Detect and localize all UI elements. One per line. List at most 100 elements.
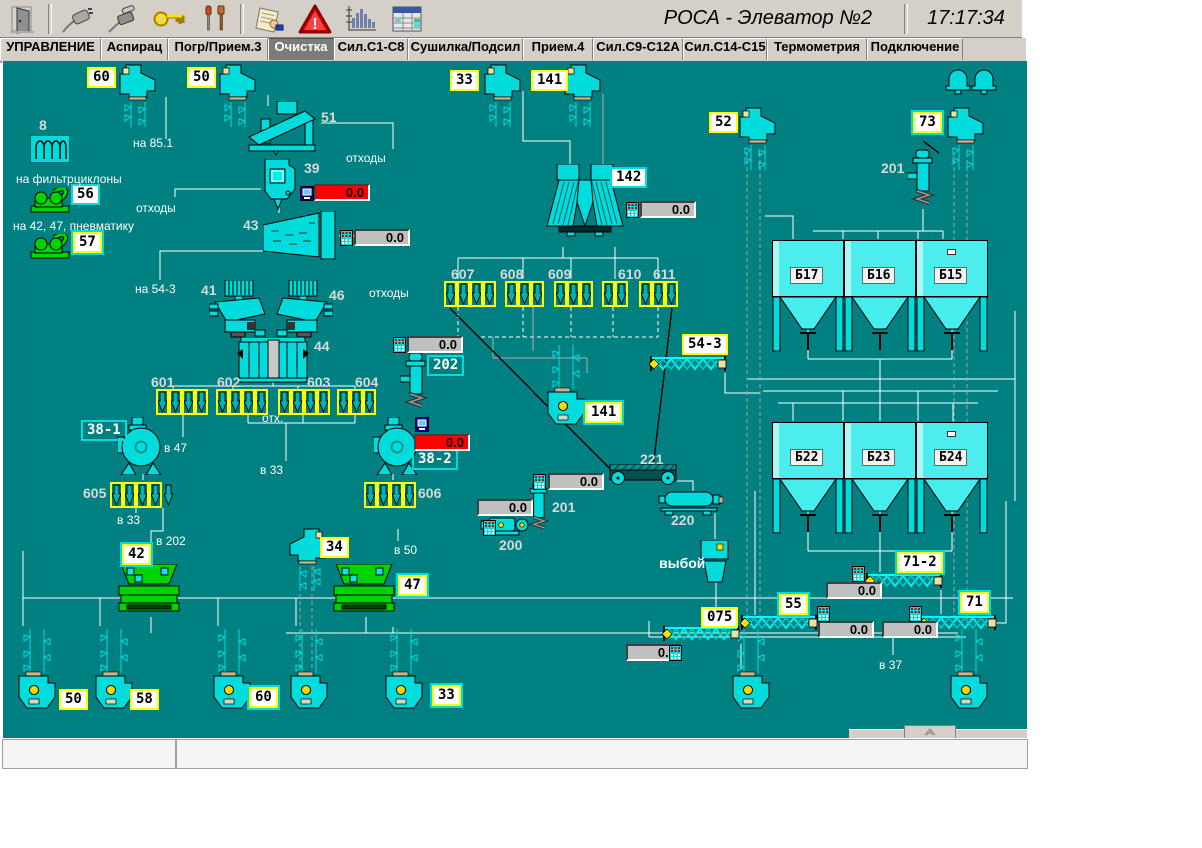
serial-port-icon[interactable] (100, 2, 146, 35)
alarm-triangle-icon[interactable]: ! (292, 2, 338, 35)
elevator-head-52-icon[interactable] (739, 106, 777, 172)
gate-group-610[interactable] (602, 281, 628, 307)
tab-sil-c9-c12a[interactable]: Сил.С9-С12А (593, 38, 683, 60)
plug-cable-icon[interactable] (54, 2, 100, 35)
elevator-head-73-icon[interactable] (947, 106, 985, 172)
keypad-icon[interactable] (626, 202, 639, 218)
green-blower-57-icon[interactable] (29, 234, 75, 260)
tab-aspirac[interactable]: Аспирац (101, 38, 168, 60)
gate-group-608[interactable] (505, 281, 544, 307)
flow-display[interactable]: 0.0 (477, 499, 533, 516)
elevator-head-141-icon[interactable] (564, 63, 602, 129)
unit-tag-141[interactable]: 141 (531, 70, 568, 91)
unit-tag-075[interactable]: 075 (701, 607, 738, 628)
keypad-icon[interactable] (817, 606, 830, 622)
flow-display[interactable]: 0.0 (314, 184, 370, 201)
tab-podklyuchenie[interactable]: Подключение (867, 38, 963, 60)
keypad-icon[interactable] (852, 566, 865, 582)
tab-upravlenie[interactable]: УПРАВЛЕНИЕ (0, 38, 101, 60)
flow-display[interactable]: 0.0 (407, 336, 463, 353)
tab-priem4[interactable]: Прием.4 (523, 38, 593, 60)
elevator-boot-33-icon[interactable] (384, 627, 424, 713)
elevator-boot-141-icon[interactable] (546, 343, 586, 429)
unit-tag-202[interactable]: 202 (427, 355, 464, 376)
keypad-icon[interactable] (669, 645, 682, 661)
screw-feeder-202-icon[interactable] (400, 352, 430, 412)
elevator-boot-icon[interactable] (731, 627, 771, 713)
gate-group-603[interactable] (278, 389, 330, 415)
exit-door-icon[interactable] (0, 2, 46, 35)
screw-conveyor-54-3-icon[interactable] (649, 355, 727, 373)
unit-tag-50[interactable]: 50 (187, 67, 216, 88)
separator-44-icon[interactable] (237, 337, 309, 383)
trend-chart-icon[interactable] (338, 2, 384, 35)
gate-group-607[interactable] (444, 281, 496, 307)
green-blower-56-icon[interactable] (29, 188, 75, 214)
unit-tag-47[interactable]: 47 (398, 575, 427, 596)
unit-tag-52[interactable]: 52 (709, 112, 738, 133)
elevator-head-60-icon[interactable] (119, 63, 157, 129)
gate-group-602[interactable] (216, 389, 268, 415)
gate-group-604[interactable] (337, 389, 376, 415)
tab-pogr-priem3[interactable]: Погр/Прием.3 (168, 38, 268, 60)
unit-tag-38-2[interactable]: 38-2 (412, 449, 458, 470)
flow-display[interactable]: 0.0 (354, 229, 410, 246)
tab-sil-c1-c8[interactable]: Сил.С1-С8 (334, 38, 408, 60)
screen-machine-43-icon[interactable] (263, 211, 341, 261)
gate-group-606[interactable] (364, 482, 416, 508)
tab-sil-c14-c15[interactable]: Сил.С14-С15 (683, 38, 767, 60)
unit-tag-58[interactable]: 58 (130, 689, 159, 710)
unit-tag-60[interactable]: 60 (87, 67, 116, 88)
key-icon[interactable] (146, 2, 192, 35)
belt-conveyor-221-icon[interactable] (608, 464, 678, 486)
unit-tag-50b[interactable]: 50 (59, 689, 88, 710)
scroll-collapse-tab[interactable] (904, 725, 956, 738)
cyclone-39-icon[interactable] (257, 159, 299, 211)
tab-ochistka[interactable]: Очистка (268, 38, 334, 60)
gate-group-609[interactable] (554, 281, 593, 307)
gate-group-611[interactable] (639, 281, 678, 307)
separator-51-icon[interactable] (247, 101, 322, 157)
separator-41-icon[interactable] (209, 280, 271, 340)
tab-termometriya[interactable]: Термометрия (767, 38, 867, 60)
keypad-icon[interactable] (483, 520, 496, 536)
unit-tag-56[interactable]: 56 (71, 184, 100, 205)
elevator-head-33-icon[interactable] (484, 63, 522, 129)
report-hand-icon[interactable] (246, 2, 292, 35)
flow-display[interactable]: 0.0 (818, 621, 874, 638)
tab-sushilka[interactable]: Сушилка/Подсил (408, 38, 523, 60)
unit-tag-33[interactable]: 33 (450, 70, 479, 91)
unit-tag-141m[interactable]: 141 (585, 402, 622, 423)
aspiration-filter-8-icon[interactable] (30, 135, 70, 163)
keypad-icon[interactable] (393, 337, 406, 353)
unit-tag-34[interactable]: 34 (320, 537, 349, 558)
gate-group-601[interactable] (156, 389, 208, 415)
unit-tag-60b[interactable]: 60 (249, 687, 278, 708)
keypad-icon[interactable] (909, 606, 922, 622)
elevator-boot-icon[interactable] (949, 627, 989, 713)
unit-tag-54-3[interactable]: 54-3 (682, 334, 728, 355)
keypad-icon[interactable] (340, 230, 353, 246)
flow-display[interactable]: 0.0 (414, 434, 470, 451)
elevator-boot-icon[interactable] (289, 627, 329, 713)
flow-display[interactable]: 0.0 (826, 582, 882, 599)
keypad-icon[interactable] (533, 474, 546, 490)
elevator-boot-58-icon[interactable] (94, 627, 134, 713)
scale-weigher-42-icon[interactable] (117, 564, 181, 618)
unit-tag-42[interactable]: 42 (122, 544, 151, 565)
unit-tag-71-2[interactable]: 71-2 (897, 552, 943, 573)
unit-tag-38-1[interactable]: 38-1 (81, 420, 127, 441)
device-status-icon[interactable] (415, 417, 429, 432)
unit-tag-73[interactable]: 73 (913, 112, 942, 133)
screw-feeder-201r-icon[interactable] (907, 148, 937, 210)
elevator-boot-50-icon[interactable] (17, 627, 57, 713)
flow-display[interactable]: 0.0 (882, 621, 938, 638)
flow-display[interactable]: 0.0 (548, 473, 604, 490)
scale-weigher-47-icon[interactable] (332, 564, 396, 618)
unit-tag-142[interactable]: 142 (610, 167, 647, 188)
gate-group-605[interactable] (110, 482, 175, 508)
service-tools-icon[interactable] (192, 2, 238, 35)
flow-display[interactable]: 0.0 (640, 201, 696, 218)
unit-tag-33b[interactable]: 33 (432, 685, 461, 706)
elevator-boot-60-icon[interactable] (212, 627, 252, 713)
